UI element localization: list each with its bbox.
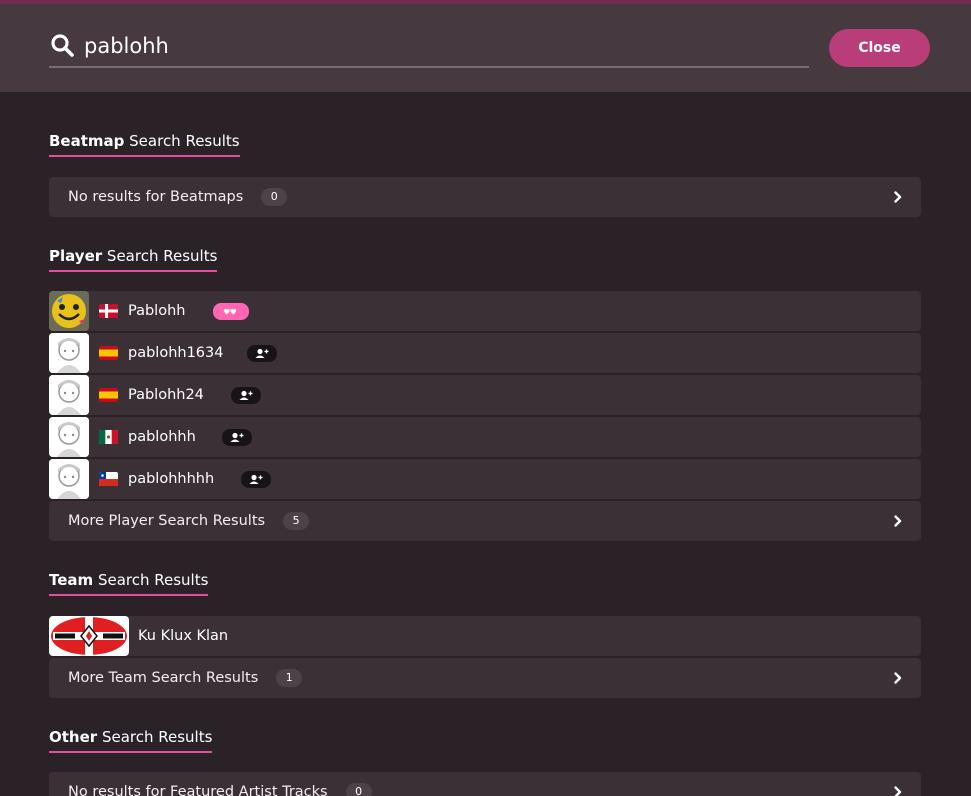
- section-title-rest: Search Results: [124, 132, 240, 150]
- player-row[interactable]: pablohh1634: [49, 333, 921, 373]
- flag-spain-icon: [99, 388, 118, 402]
- team-logo[interactable]: [49, 616, 129, 656]
- more-results-label: More Player Search Results: [68, 513, 266, 529]
- flag-spain-icon: [99, 346, 118, 360]
- count-badge: 1: [276, 669, 303, 687]
- avatar[interactable]: [49, 375, 89, 415]
- player-name[interactable]: pablohhh: [128, 417, 196, 457]
- section-title-rest: Search Results: [93, 571, 209, 589]
- count-badge: 5: [283, 512, 310, 530]
- avatar[interactable]: [49, 417, 89, 457]
- beatmap-section-title: Beatmap Search Results: [49, 131, 240, 157]
- player-name[interactable]: pablohh1634: [128, 333, 223, 373]
- player-row[interactable]: pablohhh: [49, 417, 921, 457]
- no-results-label: No results for Beatmaps: [68, 189, 244, 205]
- add-friend-icon[interactable]: [247, 345, 277, 362]
- section-title-rest: Search Results: [102, 247, 218, 265]
- player-name[interactable]: Pablohh24: [128, 375, 204, 415]
- avatar[interactable]: [49, 291, 89, 331]
- chevron-right-icon: [894, 515, 902, 527]
- more-player-results-row[interactable]: More Player Search Results 5: [49, 501, 921, 541]
- avatar[interactable]: [49, 333, 89, 373]
- avatar[interactable]: [49, 459, 89, 499]
- team-section-title: Team Search Results: [49, 570, 209, 596]
- chevron-right-icon: [894, 672, 902, 684]
- search-input[interactable]: [84, 30, 784, 62]
- count-badge: 0: [261, 188, 288, 206]
- player-row[interactable]: pablohhhhh: [49, 459, 921, 499]
- other-section-title: Other Search Results: [49, 727, 213, 753]
- row-label: More Player Search Results 5: [68, 501, 310, 541]
- count-badge: 0: [345, 783, 372, 796]
- beatmap-no-results-row[interactable]: No results for Beatmaps 0: [49, 177, 921, 217]
- row-label: More Team Search Results 1: [68, 658, 303, 698]
- section-title-bold: Player: [49, 247, 103, 265]
- chevron-right-icon: [894, 191, 902, 203]
- player-row[interactable]: Pablohh24: [49, 375, 921, 415]
- more-results-label: More Team Search Results: [68, 670, 259, 686]
- row-label: No results for Beatmaps 0: [68, 177, 288, 217]
- chevron-right-icon: [894, 786, 902, 796]
- no-results-label: No results for Featured Artist Tracks: [68, 784, 328, 796]
- flag-chile-icon: [99, 472, 118, 486]
- add-friend-icon[interactable]: [241, 471, 271, 488]
- player-row[interactable]: Pablohh: [49, 291, 921, 331]
- supporter-hearts-icon: [213, 303, 249, 320]
- search-icon: [51, 34, 74, 57]
- search-bar: [49, 26, 809, 68]
- section-title-bold: Other: [49, 728, 98, 746]
- team-row[interactable]: Ku Klux Klan: [49, 616, 921, 656]
- search-header: Close: [0, 4, 971, 92]
- flag-denmark-icon: [99, 304, 118, 318]
- section-title-bold: Team: [49, 571, 94, 589]
- section-title-bold: Beatmap: [49, 132, 125, 150]
- row-label: No results for Featured Artist Tracks 0: [68, 772, 372, 796]
- player-name[interactable]: pablohhhhh: [128, 459, 214, 499]
- add-friend-icon[interactable]: [222, 429, 252, 446]
- flag-mexico-icon: [99, 430, 118, 444]
- close-button[interactable]: Close: [829, 29, 930, 67]
- team-name[interactable]: Ku Klux Klan: [138, 616, 228, 656]
- add-friend-icon[interactable]: [231, 387, 261, 404]
- player-name[interactable]: Pablohh: [128, 291, 185, 331]
- other-no-results-row[interactable]: No results for Featured Artist Tracks 0: [49, 772, 921, 796]
- player-section-title: Player Search Results: [49, 246, 218, 272]
- section-title-rest: Search Results: [97, 728, 213, 746]
- more-team-results-row[interactable]: More Team Search Results 1: [49, 658, 921, 698]
